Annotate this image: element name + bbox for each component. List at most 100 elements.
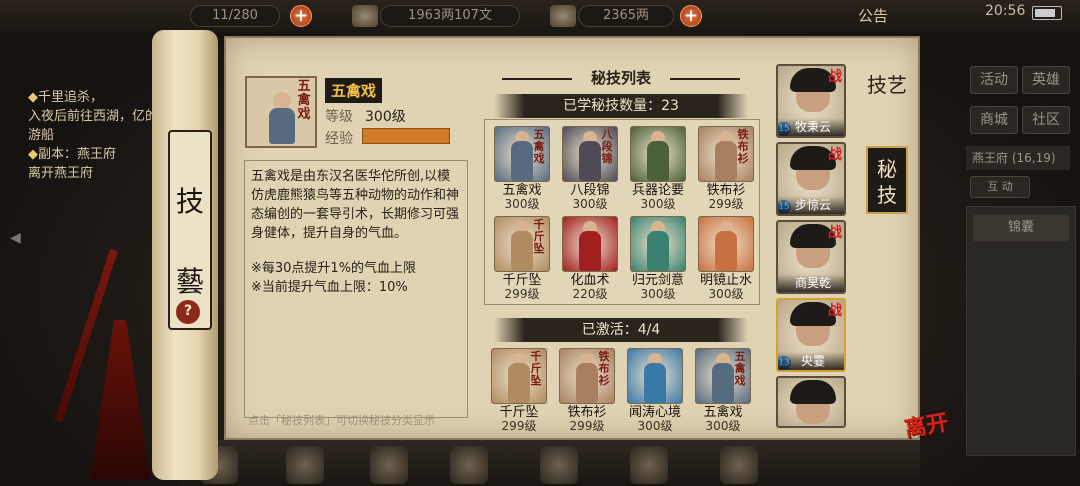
skill-glyph: 千斤坠	[530, 350, 542, 387]
skill-slot[interactable]: 千斤坠 千斤坠 299级	[491, 214, 553, 301]
skill-icon	[627, 348, 683, 404]
character-list: 战15牧秉云战15步惊云战商昊乾战13央霎	[776, 64, 848, 436]
yinyang-icon[interactable]	[450, 446, 488, 484]
skill-icon: 铁布衫	[559, 348, 615, 404]
skill-slot[interactable]: 化血术 220级	[559, 214, 621, 301]
leave-button[interactable]: 离开	[902, 404, 951, 443]
learned-count-banner: 已学秘技数量：23	[494, 94, 748, 118]
skill-level: 299级	[569, 419, 605, 433]
skill-slot[interactable]: 八段锦 八段锦 300级	[559, 124, 621, 211]
clock: 20:56	[985, 3, 1026, 19]
skill-icon: 八段锦	[562, 126, 618, 182]
activated-count-banner: 已激活：4/4	[494, 318, 748, 342]
jinnang-button[interactable]: 锦囊	[973, 215, 1069, 241]
skill-level: 300级	[504, 197, 540, 211]
help-button[interactable]: ?	[176, 300, 200, 324]
battle-tag: 战	[828, 225, 842, 241]
skill-name: 归元剑意	[631, 273, 684, 288]
skill-slot[interactable]: 铁布衫 铁布衫 299级	[695, 124, 757, 211]
character-name: 央霎	[778, 352, 844, 370]
quest-panel[interactable]: ◆千里追杀， 入夜后前往西湖，亿的游船 ◆副本：燕王府 离开燕王府	[28, 88, 168, 183]
exp-label: 经验	[325, 131, 353, 147]
hero-button[interactable]: 英雄	[1022, 66, 1070, 94]
skill-icon	[698, 216, 754, 272]
books-icon[interactable]	[370, 446, 408, 484]
gold-amount: 2365两	[578, 5, 674, 27]
activated-skill-grid: 千斤坠 千斤坠 299级 铁布衫 铁布衫 299级 闻涛心境 300级 五禽戏 五禽戏 300级	[484, 342, 760, 433]
hint-text: 点击「秘技列表」可切换秘技分类显示	[248, 414, 435, 427]
character-portrait[interactable]: 战15步惊云	[776, 142, 846, 216]
skill-slot[interactable]: 五禽戏 五禽戏 300级	[491, 124, 553, 211]
skill-slot[interactable]: 兵器论要 300级	[627, 124, 689, 211]
side-panel: 锦囊	[966, 206, 1076, 456]
quest-desc: 入夜后前往西湖，亿的游船	[28, 109, 159, 143]
announcement-button[interactable]: 公告	[858, 5, 888, 26]
skill-icon	[562, 216, 618, 272]
gold-icon	[550, 5, 576, 27]
sect-icon[interactable]	[540, 446, 578, 484]
community-button[interactable]: 社区	[1022, 106, 1070, 134]
skill-slot[interactable]: 五禽戏 五禽戏 300级	[692, 346, 754, 433]
skill-list-header[interactable]: 秘技列表	[494, 66, 748, 92]
skill-slot[interactable]: 铁布衫 铁布衫 299级	[556, 346, 618, 433]
skill-slot[interactable]: 千斤坠 千斤坠 299级	[488, 346, 550, 433]
skill-effect: ※每30点提升1%的气血上限	[251, 261, 417, 276]
shop-button[interactable]: 商城	[970, 106, 1018, 134]
skill-name: 千斤坠	[499, 405, 539, 420]
collapse-arrow-icon[interactable]: ◀	[10, 230, 24, 252]
character-portrait[interactable]: 战13央霎	[776, 298, 846, 372]
meridian-icon[interactable]	[286, 446, 324, 484]
skill-slot[interactable]: 归元剑意 300级	[627, 214, 689, 301]
skill-slot[interactable]: 明镜止水 300级	[695, 214, 757, 301]
portrait-hair	[790, 380, 836, 404]
character-portrait[interactable]: 战15牧秉云	[776, 64, 846, 138]
skill-name: 铁布衫	[706, 183, 746, 198]
character-portrait[interactable]	[776, 376, 846, 428]
skill-name: 五禽戏	[502, 183, 542, 198]
skill-effect: ※当前提升气血上限：10%	[251, 280, 408, 295]
tab-secret-skill[interactable]: 秘技	[866, 146, 908, 214]
skill-title: 五禽戏	[325, 78, 383, 103]
skill-glyph: 五禽戏	[533, 128, 545, 165]
silver-icon	[352, 5, 378, 27]
skill-name: 五禽戏	[703, 405, 743, 420]
skill-glyph: 五禽戏	[297, 79, 311, 122]
level-value: 300级	[365, 109, 406, 125]
skill-icon	[630, 126, 686, 182]
skill-slot[interactable]: 闻涛心境 300级	[624, 346, 686, 433]
quest-item[interactable]: ◆副本：燕王府	[28, 145, 168, 164]
selected-skill-icon: 五禽戏	[245, 76, 317, 148]
skill-glyph: 铁布衫	[598, 350, 610, 387]
skill-level: 300级	[705, 419, 741, 433]
skill-description: 五禽戏是由东汉名医华佗所创,以模仿虎鹿熊猿鸟等五种动物的动作和神态编创的一套导引…	[251, 169, 460, 241]
battle-tag: 战	[828, 147, 842, 163]
add-gold-button[interactable]: +	[680, 5, 702, 27]
skill-glyph: 铁布衫	[737, 128, 749, 165]
character-portrait[interactable]: 战商昊乾	[776, 220, 846, 294]
learned-skill-grid: 五禽戏 五禽戏 300级 八段锦 八段锦 300级 兵器论要 300级 铁布衫 铁布衫 299级 千斤…	[484, 119, 760, 305]
battle-tag: 战	[828, 303, 842, 319]
interact-button[interactable]: 互 动	[970, 176, 1030, 198]
skill-glyph: 五禽戏	[734, 350, 746, 387]
journal-icon[interactable]	[630, 446, 668, 484]
exp-bar	[362, 128, 450, 144]
skill-glyph: 八段锦	[601, 128, 613, 165]
character-name: 步惊云	[778, 196, 844, 214]
activity-button[interactable]: 活动	[970, 66, 1018, 94]
battery-icon	[1032, 6, 1062, 20]
quest-item[interactable]: ◆千里追杀，	[28, 88, 168, 107]
tab-skill-art[interactable]: 技艺	[866, 64, 908, 132]
skill-name: 化血术	[570, 273, 610, 288]
skill-level: 300级	[640, 197, 676, 211]
inventory-count: 11/280	[190, 5, 280, 27]
adventure-icon[interactable]	[720, 446, 758, 484]
level-label: 等级	[325, 109, 353, 125]
scroll-title-char-2: 藝	[175, 265, 204, 298]
skill-name: 兵器论要	[631, 183, 684, 198]
add-inventory-button[interactable]: +	[290, 5, 312, 27]
battle-tag: 战	[828, 69, 842, 85]
skill-level: 300级	[637, 419, 673, 433]
skill-level: 299级	[504, 287, 540, 301]
scroll-tassel	[90, 320, 150, 480]
skill-name: 八段锦	[570, 183, 610, 198]
